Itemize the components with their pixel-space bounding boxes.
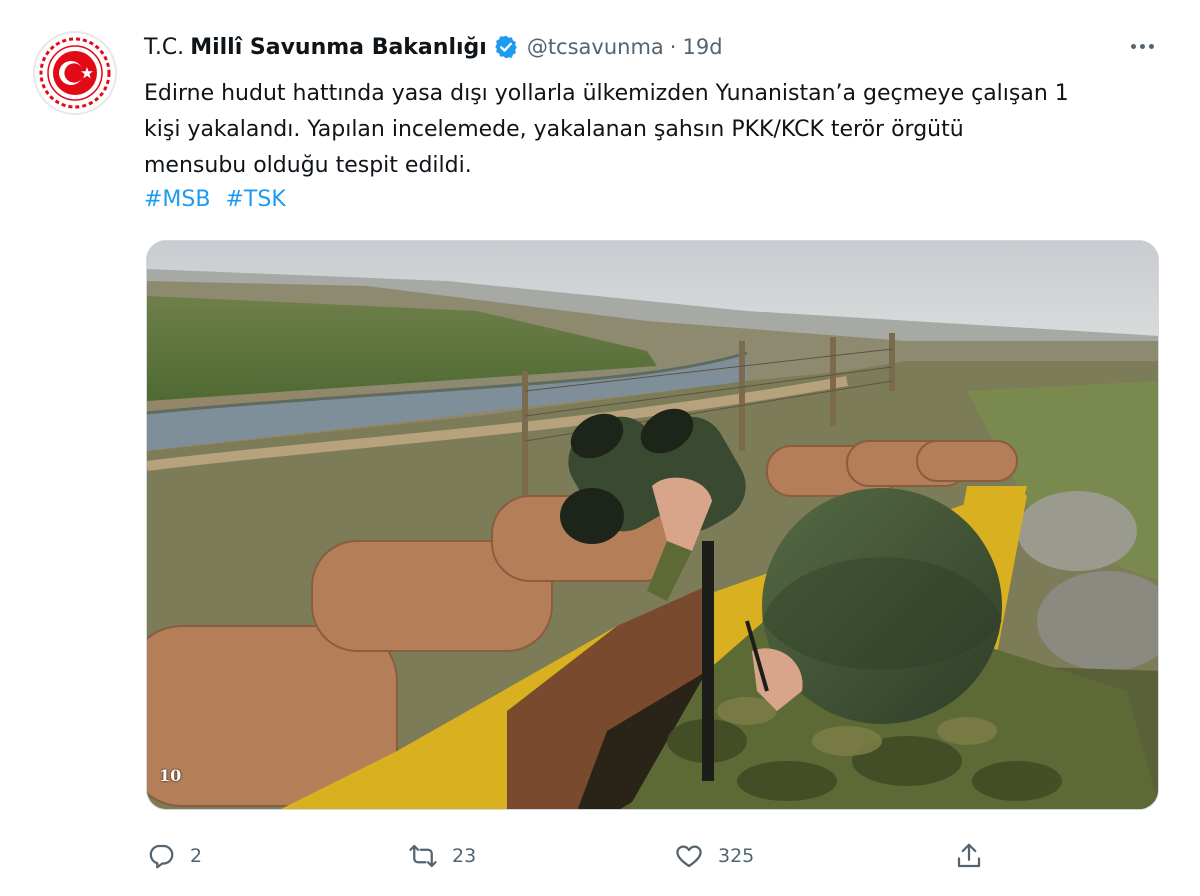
like-button[interactable]: 325 xyxy=(674,836,754,876)
turkish-crescent-star-emblem-icon xyxy=(37,35,113,111)
separator-dot: · xyxy=(669,35,677,59)
more-dot-icon xyxy=(1148,43,1154,49)
tweet-text-line: kişi yakalandı. Yapılan incelemede, yaka… xyxy=(144,117,964,142)
more-dot-icon xyxy=(1139,43,1145,49)
more-options-button[interactable] xyxy=(1124,34,1160,58)
reply-count: 2 xyxy=(190,845,203,867)
hashtag-msb-link[interactable]: #MSB xyxy=(144,187,210,212)
account-handle[interactable]: @tcsavunma xyxy=(527,35,664,59)
tweet-text: Edirne hudut hattında yasa dışı yollarla… xyxy=(144,76,1174,184)
media-badge: 10 xyxy=(159,766,182,785)
soldier-with-binoculars-photo xyxy=(147,241,1158,809)
heart-icon xyxy=(676,845,702,868)
retweet-count: 23 xyxy=(452,845,477,867)
share-button[interactable] xyxy=(954,836,984,876)
tweet-timestamp[interactable]: 19d xyxy=(682,35,722,59)
tweet-text-line: Edirne hudut hattında yasa dışı yollarla… xyxy=(144,81,1069,106)
account-name[interactable]: Millî Savunma Bakanlığı xyxy=(190,35,487,60)
reply-icon xyxy=(149,844,174,869)
tweet: T.C. Millî Savunma Bakanlığı @tcsavunma … xyxy=(0,0,1200,896)
tweet-header: T.C. Millî Savunma Bakanlığı @tcsavunma … xyxy=(144,32,723,62)
retweet-button[interactable]: 23 xyxy=(408,836,476,876)
reply-button[interactable]: 2 xyxy=(146,836,202,876)
tweet-photo[interactable]: 10 xyxy=(146,240,1159,810)
retweet-icon xyxy=(409,844,437,868)
account-name-prefix[interactable]: T.C. xyxy=(144,35,184,60)
hashtag-tsk-link[interactable]: #TSK xyxy=(225,187,285,212)
tweet-actions: 2 23 325 xyxy=(146,836,1159,876)
share-icon xyxy=(957,843,981,868)
tweet-text-line: mensubu olduğu tespit edildi. xyxy=(144,153,472,178)
like-count: 325 xyxy=(718,845,755,867)
hashtags: #MSB #TSK xyxy=(144,183,294,217)
verified-badge-icon xyxy=(493,34,519,60)
more-dot-icon xyxy=(1130,43,1136,49)
avatar[interactable] xyxy=(33,31,117,115)
